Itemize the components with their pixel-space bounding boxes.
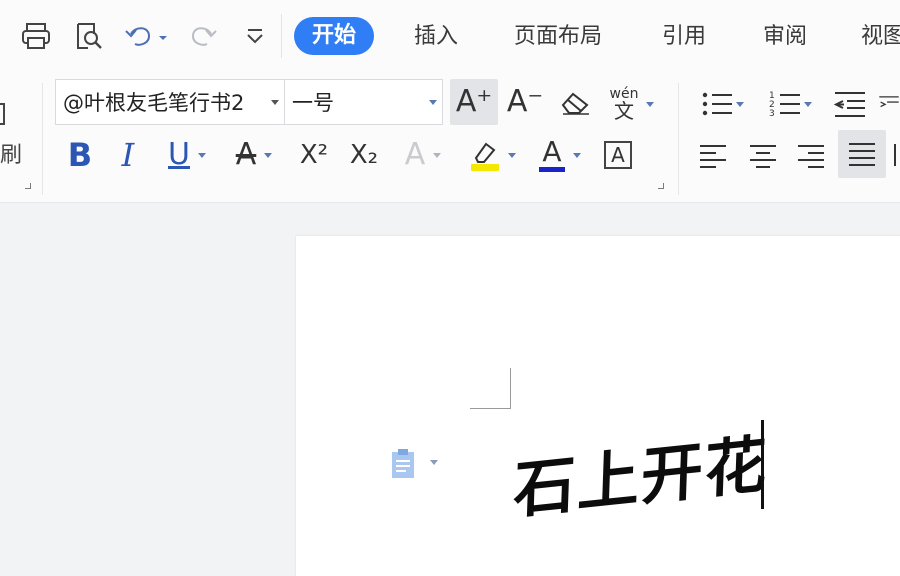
chevron-down-icon[interactable]	[646, 101, 655, 107]
justify-button[interactable]	[838, 130, 886, 178]
chevron-down-icon[interactable]	[433, 152, 442, 158]
document-text[interactable]: 石上开花	[512, 413, 770, 531]
align-center-button[interactable]	[742, 133, 784, 177]
align-right-icon	[798, 145, 824, 168]
tab-view[interactable]: 视图	[861, 17, 900, 57]
chevron-down-icon[interactable]	[266, 99, 284, 105]
font-color-letter: A	[542, 135, 562, 168]
svg-text:3: 3	[769, 109, 775, 119]
superscript-button[interactable]: X²	[292, 133, 336, 177]
font-name-combo[interactable]: @叶根友毛笔行书2	[55, 79, 285, 125]
chevron-down-icon[interactable]	[197, 152, 206, 158]
italic-icon: I	[121, 136, 135, 174]
numbering-button[interactable]: 123	[762, 83, 818, 125]
redo-icon[interactable]	[186, 18, 222, 54]
underline-button[interactable]: U	[158, 133, 216, 177]
distributed-align-button[interactable]	[892, 137, 900, 173]
document-page[interactable]: 石上开花	[296, 236, 900, 576]
text-cursor	[761, 420, 764, 509]
customize-quick-access-icon[interactable]	[240, 18, 270, 54]
italic-button[interactable]: I	[110, 133, 146, 177]
document-workspace[interactable]: 石上开花	[0, 203, 900, 576]
tab-references[interactable]: 引用	[662, 17, 706, 57]
shrink-font-icon: A⁻	[506, 84, 544, 119]
grow-font-button[interactable]: A⁺	[450, 79, 498, 125]
chevron-down-icon[interactable]	[424, 99, 442, 105]
decrease-indent-button[interactable]	[830, 83, 870, 125]
format-painter-icon[interactable]	[0, 101, 8, 129]
bullets-button[interactable]	[694, 83, 750, 125]
clipboard-dialog-launcher[interactable]	[25, 183, 31, 189]
numbered-list-icon: 123	[769, 91, 800, 119]
eraser-icon	[561, 92, 589, 115]
underline-icon: U	[168, 137, 190, 172]
chevron-down-icon[interactable]	[508, 152, 516, 158]
character-border-icon: A	[604, 141, 632, 169]
align-left-icon	[700, 145, 726, 168]
phonetic-guide-button[interactable]: wén 文	[604, 83, 660, 125]
font-size-value: 一号	[292, 91, 334, 115]
tab-insert[interactable]: 插入	[414, 17, 458, 57]
font-color-button[interactable]: A	[532, 133, 588, 177]
ribbon-home: 刷 @叶根友毛笔行书2 一号 A⁺ A⁻ wén 文 B I U A X² X₂…	[0, 75, 900, 203]
chevron-down-icon[interactable]	[573, 152, 581, 158]
menu-divider	[281, 14, 282, 58]
print-icon[interactable]	[18, 18, 54, 54]
tab-review[interactable]: 审阅	[763, 17, 807, 57]
align-left-button[interactable]	[692, 133, 734, 177]
tab-page-layout[interactable]: 页面布局	[514, 17, 602, 57]
format-painter-label[interactable]: 刷	[0, 137, 22, 169]
group-divider	[42, 83, 43, 195]
strikethrough-button[interactable]: A	[226, 133, 282, 177]
bold-button[interactable]: B	[60, 133, 100, 177]
character-border-button[interactable]: A	[600, 137, 636, 173]
shrink-font-button[interactable]: A⁻	[502, 79, 548, 125]
superscript-icon: X²	[299, 140, 329, 170]
align-center-icon	[750, 145, 776, 168]
text-effect-icon: A	[404, 137, 426, 172]
menu-bar: 开始 插入 页面布局 引用 审阅 视图	[0, 0, 900, 75]
clear-format-button[interactable]	[554, 79, 596, 125]
phonetic-icon: wén 文	[610, 87, 639, 121]
group-divider	[678, 83, 679, 195]
bold-icon: B	[67, 136, 93, 174]
subscript-button[interactable]: X₂	[342, 133, 386, 177]
bullet-list-icon	[702, 92, 732, 116]
justify-icon	[849, 143, 875, 166]
font-color-swatch	[539, 167, 565, 172]
wps-writer-window: 开始 插入 页面布局 引用 审阅 视图 刷 @叶根友毛笔行书2 一号 A⁺ A⁻	[0, 0, 900, 576]
chevron-down-icon[interactable]	[804, 101, 812, 107]
chevron-down-icon[interactable]	[264, 152, 273, 158]
grow-font-icon: A⁺	[455, 84, 493, 119]
paste-options-icon[interactable]	[390, 448, 418, 484]
distributed-align-icon	[894, 144, 896, 166]
undo-icon[interactable]	[122, 18, 170, 54]
increase-indent-icon	[879, 96, 899, 108]
decrease-indent-icon	[833, 92, 865, 117]
phonetic-char: 文	[614, 99, 634, 123]
chevron-down-icon[interactable]	[430, 460, 438, 465]
subscript-icon: X₂	[349, 140, 379, 170]
chevron-down-icon[interactable]	[736, 101, 744, 107]
font-size-combo[interactable]: 一号	[284, 79, 443, 125]
highlight-button[interactable]	[464, 133, 520, 177]
increase-indent-button[interactable]	[878, 83, 900, 125]
text-effect-button[interactable]: A	[396, 133, 450, 177]
align-right-button[interactable]	[790, 133, 832, 177]
font-dialog-launcher[interactable]	[658, 183, 664, 189]
strikethrough-icon: A	[235, 137, 257, 172]
print-preview-icon[interactable]	[70, 18, 106, 54]
page-margin-marker	[470, 368, 511, 409]
highlighter-icon	[471, 142, 499, 171]
font-color-icon: A	[539, 138, 565, 172]
tab-home[interactable]: 开始	[294, 17, 375, 55]
font-name-value: @叶根友毛笔行书2	[63, 91, 245, 115]
